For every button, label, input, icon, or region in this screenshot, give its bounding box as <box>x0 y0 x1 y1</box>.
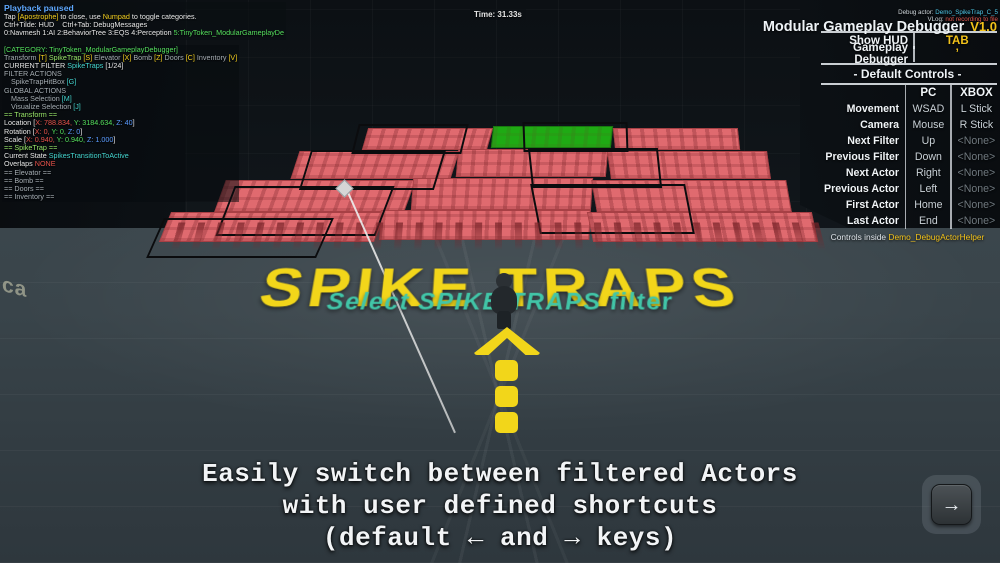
control-name: First Actor <box>845 199 899 211</box>
debug-actor-value: Demo_SpikeTrap_C_5 <box>935 9 998 16</box>
control-row-next-actor: Next Actor Right <None> <box>815 165 1000 181</box>
divider <box>950 197 952 213</box>
control-name: Last Actor <box>847 215 899 227</box>
section-inventory: == Inventory == <box>4 192 55 202</box>
divider <box>950 117 952 133</box>
caption-line-2: with user defined shortcuts <box>282 491 718 521</box>
divider <box>905 165 907 181</box>
global-action-key: [J] <box>73 102 81 112</box>
divider <box>950 149 952 165</box>
screenshot-root: SPIKE TRAPS Select SPIKE TRAPS filter ca… <box>0 0 1000 563</box>
divider <box>905 181 907 197</box>
divider <box>950 213 952 229</box>
control-row-camera: Camera Mouse R Stick <box>815 117 1000 133</box>
spike-row <box>171 222 829 250</box>
up-arrow-icon <box>474 327 540 355</box>
divider <box>905 117 907 133</box>
control-name: Previous Filter <box>825 151 899 163</box>
control-xbox-key: <None> <box>957 183 996 195</box>
control-xbox-key: <None> <box>957 215 996 227</box>
control-row-previous-actor: Previous Actor Left <None> <box>815 181 1000 197</box>
control-row-first-actor: First Actor Home <None> <box>815 197 1000 213</box>
debug-wireframe-box <box>527 148 663 188</box>
divider <box>950 181 952 197</box>
divider <box>905 149 907 165</box>
control-pc-key: Left <box>919 183 938 195</box>
divider <box>905 133 907 149</box>
player-character <box>487 273 521 331</box>
control-row-previous-filter: Previous Filter Down <None> <box>815 149 1000 165</box>
controls-footer-text: Controls inside <box>830 232 887 242</box>
platform-tile[interactable] <box>612 128 741 150</box>
control-xbox-key: L Stick <box>960 103 993 115</box>
debug-category-list[interactable]: 0:Navmesh 1:AI 2:BehaviorTree 3:EQS 4:Pe… <box>4 29 284 37</box>
control-pc-key: End <box>918 215 938 227</box>
divider <box>950 133 952 149</box>
control-pc-key: Home <box>914 199 943 211</box>
caption-line-3: (default ← and → keys) <box>322 523 678 553</box>
control-pc-key: Up <box>921 135 936 147</box>
divider <box>905 101 907 117</box>
control-row-last-actor: Last Actor End <None> <box>815 213 1000 229</box>
control-xbox-key: <None> <box>957 199 996 211</box>
controls-header-row: PC XBOX <box>815 85 1000 101</box>
divider <box>950 85 952 101</box>
arrow-dash <box>495 386 518 407</box>
default-controls-header: - Default Controls - <box>853 67 962 81</box>
control-xbox-key: <None> <box>957 151 996 163</box>
floor-arrow-marker <box>474 327 540 433</box>
control-pc-key: Down <box>914 151 942 163</box>
binding-row-gameplay-debugger[interactable]: Gameplay Debugger ’ <box>815 42 1000 66</box>
column-header-pc: PC <box>920 87 937 99</box>
next-slide-button[interactable]: → <box>922 475 981 534</box>
arrow-dash <box>495 360 518 381</box>
controls-table: PC XBOX Movement WSAD L Stick Camera Mou… <box>815 85 1000 229</box>
control-pc-key: Mouse <box>912 119 945 131</box>
control-name: Camera <box>860 119 899 131</box>
control-pc-key: WSAD <box>912 103 945 115</box>
control-row-next-filter: Next Filter Up <None> <box>815 133 1000 149</box>
control-row-movement: Movement WSAD L Stick <box>815 101 1000 117</box>
control-xbox-key: R Stick <box>959 119 994 131</box>
control-xbox-key: <None> <box>957 135 996 147</box>
control-name: Next Actor <box>845 167 899 179</box>
arrow-dash <box>495 412 518 433</box>
divider <box>821 63 997 65</box>
divider <box>950 165 952 181</box>
divider <box>905 85 907 101</box>
control-pc-key: Right <box>916 167 941 179</box>
control-xbox-key: <None> <box>957 167 996 179</box>
controls-footer: Controls inside Demo_DebugActorHelper <box>815 232 1000 242</box>
caption-line-1: Easily switch between filtered Actors <box>202 459 798 489</box>
control-name: Movement <box>846 103 899 115</box>
control-name: Next Filter <box>847 135 899 147</box>
character-body <box>491 286 517 314</box>
divider <box>905 213 907 229</box>
filter-action-key: [G] <box>66 77 77 87</box>
divider <box>905 197 907 213</box>
debug-category-detail: [CATEGORY: TinyToken_ModularGameplayDebu… <box>2 44 240 203</box>
divider <box>950 101 952 117</box>
right-arrow-icon[interactable]: → <box>931 484 972 525</box>
current-filter-value: SpikeTraps <box>67 61 104 71</box>
tutorial-caption: Easily switch between filtered Actors wi… <box>0 458 1000 554</box>
gameplay-debugger-hud-left: Playback paused Tap [Apostrophe] to clos… <box>2 2 382 203</box>
debug-actor-label: Debug actor: <box>898 9 934 16</box>
controls-footer-highlight: Demo_DebugActorHelper <box>888 232 985 242</box>
current-filter-count: [1/24] <box>105 61 124 71</box>
binding-value: ’ <box>955 48 959 60</box>
control-name: Previous Actor <box>824 183 899 195</box>
time-indicator: Time: 31.33s <box>470 9 526 20</box>
column-header-xbox: XBOX <box>960 87 993 99</box>
